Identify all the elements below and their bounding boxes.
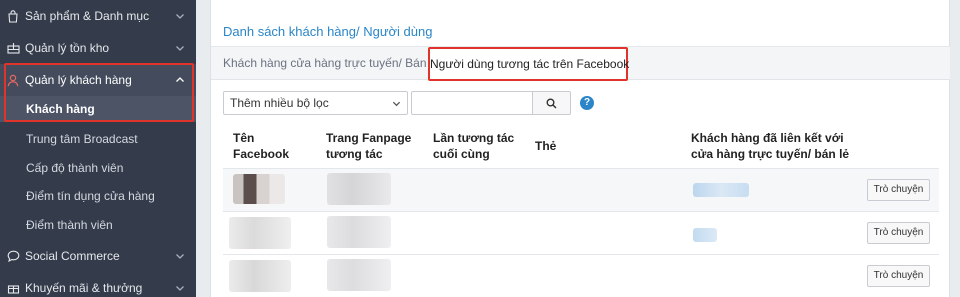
gift-icon [6,281,20,295]
fanpage-name [327,216,391,248]
customer-list-panel: Danh sách khách hàng/ Người dùng Khách h… [210,0,951,297]
user-icon [6,73,20,87]
sidebar-item-member-points[interactable]: Điểm thành viên [0,212,196,238]
sidebar-item-broadcast[interactable]: Trung tâm Broadcast [0,126,196,152]
table-row: Trò chuyện [223,211,939,254]
sidebar: Sản phẩm & Danh mục Quản lý tồn kho Quản… [0,0,196,297]
chevron-down-icon [176,14,184,19]
linked-customer [693,228,717,242]
sidebar-item-label: Khách hàng [26,102,95,116]
sidebar-item-social-commerce[interactable]: Social Commerce [0,240,196,272]
sidebar-item-label: Điểm tín dụng cửa hàng [26,189,155,203]
sidebar-item-customer-management[interactable]: Quản lý khách hàng [0,64,196,96]
column-header-fanpage: Trang Fanpage tương tác [326,131,412,161]
chevron-up-icon [176,77,184,82]
page-title: Danh sách khách hàng/ Người dùng [223,24,433,39]
avatar [233,174,285,204]
help-icon[interactable]: ? [580,96,594,110]
chat-icon [6,249,20,263]
chevron-down-icon [176,46,184,51]
table-row: Trò chuyện [223,254,939,297]
warehouse-icon [6,41,20,55]
sidebar-item-membership-level[interactable]: Cấp độ thành viên [0,155,196,181]
sidebar-item-customers[interactable]: Khách hàng [0,96,196,122]
sidebar-item-label: Quản lý khách hàng [25,73,132,87]
filter-select[interactable]: Thêm nhiều bộ lọc [223,91,408,115]
bag-icon [6,9,20,23]
chat-button[interactable]: Trò chuyện [867,222,930,244]
sidebar-item-inventory[interactable]: Quản lý tồn kho [0,32,196,64]
sidebar-item-label: Social Commerce [25,249,120,263]
tab-bar: Khách hàng cửa hàng trực tuyến/ Bán lẻ N… [211,47,951,81]
sidebar-item-label: Quản lý tồn kho [25,41,110,55]
column-header-tags: Thẻ [535,139,557,153]
chat-button[interactable]: Trò chuyện [867,179,930,201]
column-header-last-interaction: Lần tương tác cuối cùng [433,131,515,161]
column-header-facebook-name: Tên Facebook [233,131,290,161]
chevron-down-icon [176,254,184,259]
chevron-down-icon [392,101,401,107]
sidebar-item-store-credit[interactable]: Điểm tín dụng cửa hàng [0,183,196,209]
tab-facebook-users[interactable]: Người dùng tương tác trên Facebook [428,47,629,81]
sidebar-item-label: Khuyến mãi & thưởng [25,281,143,295]
search-icon [546,98,557,109]
chat-button[interactable]: Trò chuyện [867,265,930,287]
avatar [229,260,291,292]
search-button[interactable] [533,91,571,115]
sidebar-item-label: Trung tâm Broadcast [26,132,138,146]
avatar [229,217,291,249]
linked-customer [693,183,749,197]
sidebar-item-promotions[interactable]: Khuyến mãi & thưởng [0,272,196,297]
sidebar-item-label: Sản phẩm & Danh mục [25,9,150,23]
chevron-down-icon [176,286,184,291]
table-row: Trò chuyện [223,168,939,211]
tab-online-store-customers[interactable]: Khách hàng cửa hàng trực tuyến/ Bán lẻ [223,47,439,80]
sidebar-item-products[interactable]: Sản phẩm & Danh mục [0,0,196,32]
search-input[interactable] [411,91,533,115]
filter-select-value: Thêm nhiều bộ lọc [230,96,329,110]
column-header-linked-customer: Khách hàng đã liên kết với cửa hàng trực… [691,131,850,161]
sidebar-item-label: Cấp độ thành viên [26,161,124,175]
sidebar-item-label: Điểm thành viên [26,218,113,232]
fanpage-name [327,259,391,291]
page-scroll-gutter [950,0,960,297]
fanpage-name [327,173,391,205]
